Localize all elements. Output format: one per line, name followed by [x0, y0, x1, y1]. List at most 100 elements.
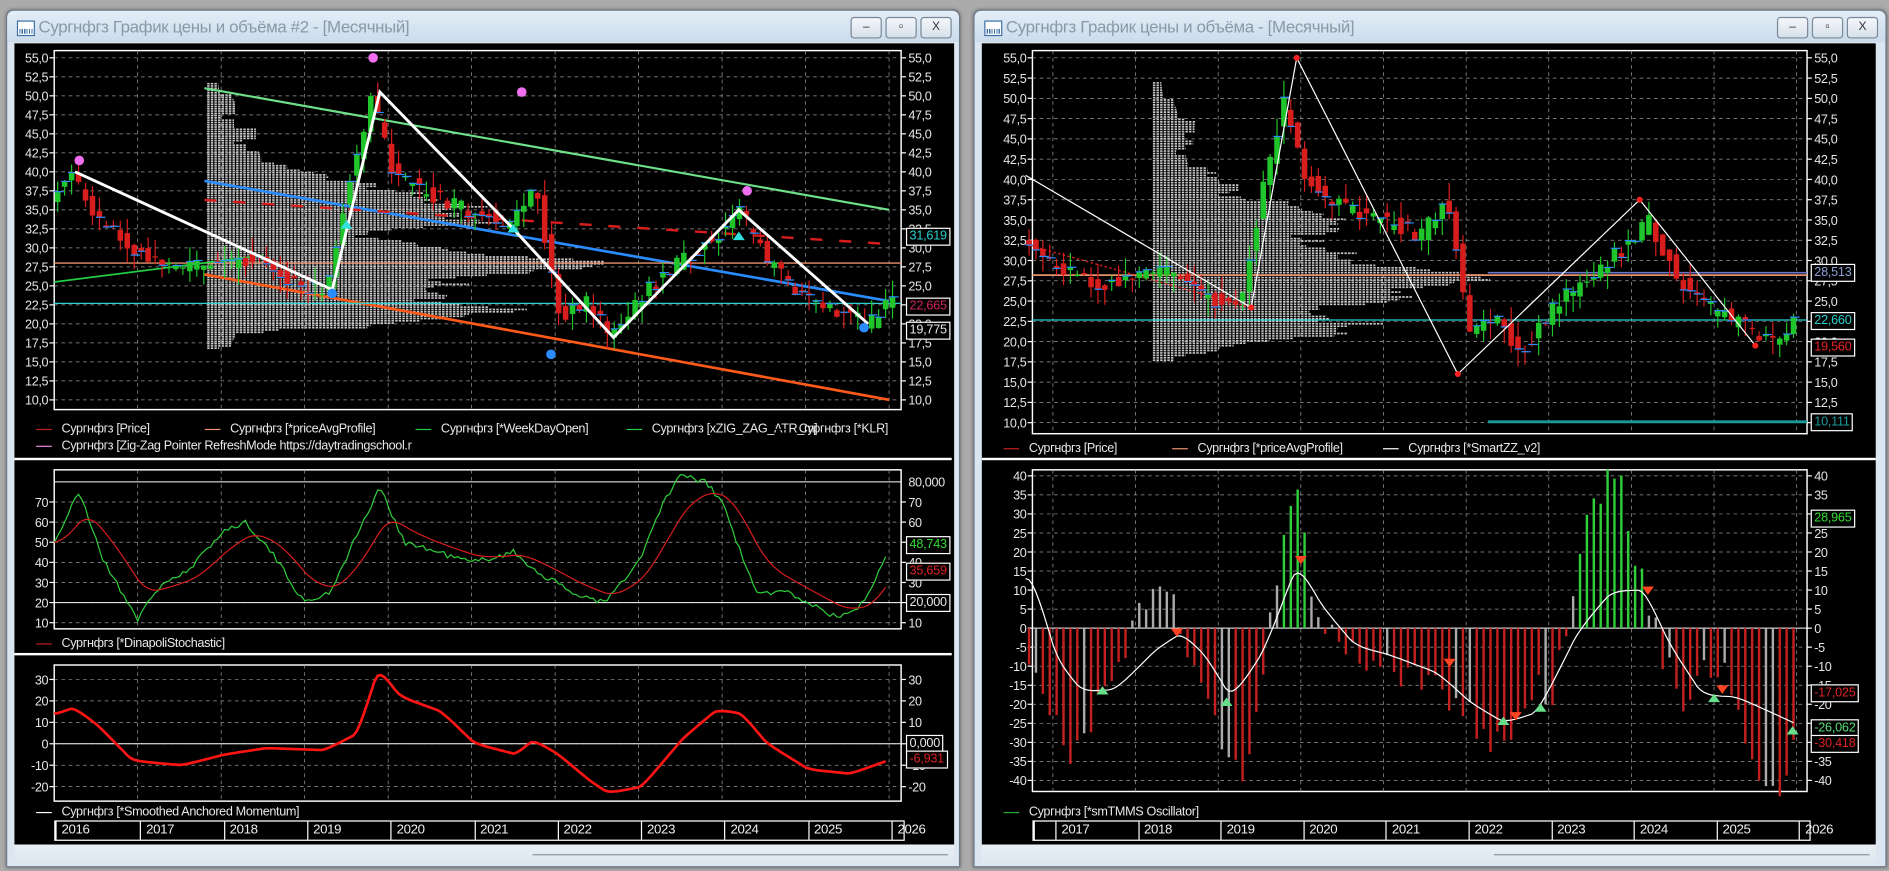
candle-body: [834, 310, 840, 317]
pane-separator[interactable]: [981, 457, 1876, 461]
smartzz-point: [1293, 54, 1300, 61]
smartzz-point: [1248, 304, 1255, 311]
time-axis[interactable]: 2017 2018 2019 2020 2021 2022 2023 2024 2025 2026: [1032, 820, 1834, 841]
candle-body: [778, 262, 785, 269]
candle-body: [1095, 279, 1101, 290]
candle-body: [882, 300, 889, 310]
candle-body: [117, 229, 124, 241]
candle-body: [1687, 277, 1693, 291]
zigzag-top-marker: [742, 186, 752, 196]
axis-label: 40,0: [908, 166, 931, 180]
candle-body: [1212, 293, 1218, 308]
axis-label: 10: [908, 617, 922, 631]
time-axis-label: 2023: [641, 821, 675, 840]
time-axis-label: 2021: [474, 821, 508, 840]
candle-body: [1673, 254, 1680, 279]
axis-label: 45,0: [1814, 133, 1837, 147]
axis-label: 45,0: [908, 128, 931, 142]
candle-body: [1170, 272, 1177, 277]
axis-label: 30: [908, 673, 922, 687]
candle-body: [1226, 297, 1232, 301]
axis-label: 17,5: [25, 337, 48, 351]
time-axis[interactable]: 2016 2017 2018 2019 2020 2021 2022 2023 2024 2025…: [54, 820, 926, 841]
legend-item[interactable]: Сургнфгз [*priceAvgProfile]: [204, 422, 376, 436]
legend-label: Сургнфгз [Zig-Zag Pointer RefreshMode ht…: [61, 438, 412, 453]
tmms-legend[interactable]: Сургнфгз [*smTMMS Oscillator]: [1003, 805, 1199, 819]
legend-label: Сургнфгз [*KLR]: [798, 421, 889, 437]
candle-body: [1570, 291, 1576, 296]
zigzag-top-marker: [74, 155, 85, 166]
candle-body: [1432, 220, 1439, 229]
axis-label: 15,0: [908, 356, 931, 370]
axis-label: 47,5: [908, 109, 931, 123]
axis-label: 60: [908, 516, 922, 530]
candle-body: [1549, 303, 1556, 325]
axis-label: 60: [35, 516, 49, 530]
axis-label: 10,0: [25, 394, 48, 408]
candle-body: [889, 296, 896, 308]
axis-label: 47,5: [1003, 112, 1026, 126]
candle-body: [1666, 249, 1673, 262]
candle-body: [458, 200, 464, 209]
stochastic-legend[interactable]: Сургнфгз [*DinapoliStochastic]: [36, 636, 225, 651]
price-tag: 31,619: [905, 227, 951, 246]
candle-body: [479, 211, 485, 216]
time-axis-label: 2016: [61, 822, 90, 838]
candle-body: [1460, 243, 1466, 293]
candle-body: [1776, 338, 1783, 345]
zigzag-bottom-marker: [859, 322, 869, 333]
candle-body: [1577, 282, 1583, 297]
legend-item[interactable]: Сургнфгз [Price]: [1003, 441, 1117, 455]
legend-swatch: [1003, 447, 1020, 450]
legend-label: Сургнфгз [*SmartZZ_v2]: [1408, 440, 1541, 456]
axis-label: 55,0: [25, 52, 48, 66]
candle-body: [1446, 200, 1452, 214]
candle-body: [1205, 294, 1211, 299]
legend-swatch: [36, 642, 52, 645]
legend-item[interactable]: Сургнфгз [*SmartZZ_v2]: [1382, 440, 1541, 456]
legend-item[interactable]: Сургнфгз [Zig-Zag Pointer RefreshMode ht…: [36, 438, 412, 453]
time-axis-label: 2025: [807, 821, 842, 840]
time-axis-label: 2019: [307, 821, 342, 840]
candle-body: [96, 211, 103, 218]
legend-item[interactable]: Сургнфгз [Price]: [36, 422, 150, 436]
axis-label: 30: [1013, 508, 1027, 522]
candle-body: [1453, 211, 1459, 251]
candle-body: [1177, 276, 1184, 280]
legend-item[interactable]: Сургнфгз [*WeekDayOpen]: [415, 422, 589, 436]
axis-label: 32,5: [1003, 234, 1026, 248]
candle-body: [1150, 272, 1156, 274]
zigzag-bottom-marker: [546, 349, 556, 360]
price-tag: 28,513: [1810, 264, 1856, 283]
momentum-legend[interactable]: Сургнфгз [*Smoothed Anchored Momentum]: [36, 805, 300, 819]
candle-body: [1136, 271, 1143, 279]
stochastic-fast-line: [53, 474, 887, 623]
candle-body: [1480, 320, 1487, 331]
candle-body: [1721, 311, 1728, 318]
stochastic-slow-line: [54, 492, 887, 609]
candle-body: [750, 229, 757, 234]
candle-body: [187, 261, 193, 272]
axis-label: 40,0: [25, 166, 48, 180]
candle-body: [1398, 217, 1404, 235]
smartzz-point: [1636, 196, 1643, 203]
pane-separator[interactable]: [14, 457, 952, 461]
candle-body: [1749, 327, 1755, 330]
legend-item[interactable]: Сургнфгз [*KLR]: [773, 422, 888, 436]
candle-body: [291, 275, 298, 279]
candle-body: [242, 257, 249, 267]
axis-label: 5: [1020, 603, 1027, 617]
legend-item[interactable]: Сургнфгз [*priceAvgProfile]: [1172, 441, 1343, 455]
axis-label: 25,0: [1814, 295, 1837, 309]
axis-label: 45,0: [1003, 133, 1026, 147]
candle-body: [201, 265, 207, 270]
time-axis-label: 2018: [223, 821, 258, 840]
price-tag: 20,000: [905, 594, 951, 613]
axis-label: 35,0: [25, 204, 48, 218]
time-axis-label: 2019: [1220, 821, 1255, 840]
axis-label: -10: [31, 759, 49, 773]
candle-body: [159, 259, 165, 266]
candle-body: [1315, 175, 1322, 193]
axis-label: 0: [1020, 622, 1027, 636]
pane-separator[interactable]: [14, 652, 952, 656]
